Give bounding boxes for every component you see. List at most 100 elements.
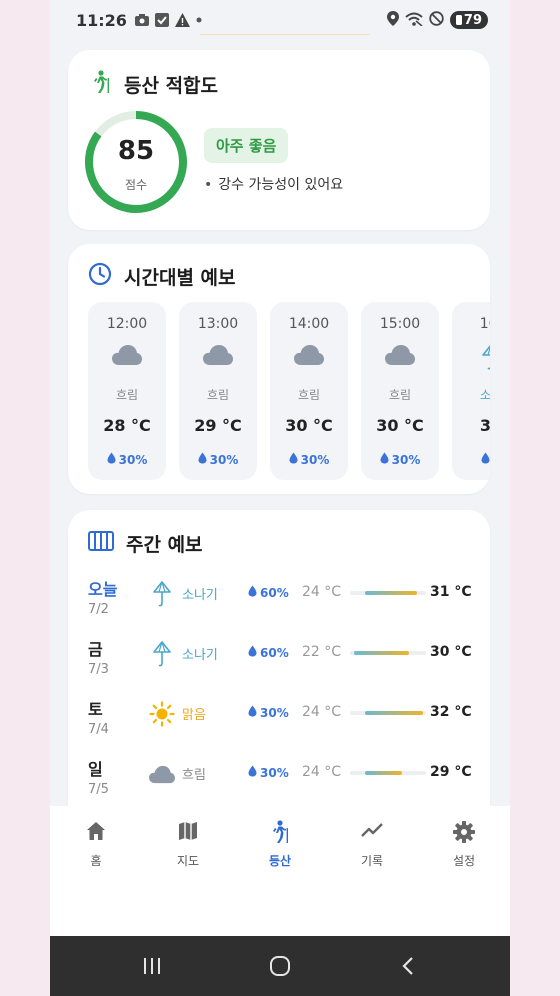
- umbrella-icon: [148, 580, 176, 608]
- day-condition: 맑음: [182, 708, 206, 723]
- status-time: 11:26: [76, 10, 127, 30]
- raindrop-icon: [380, 452, 389, 467]
- suitability-header: 등산 적합도: [90, 70, 218, 99]
- raindrop-icon: [248, 645, 257, 660]
- nav-label: 등산: [268, 854, 292, 868]
- home-icon: [50, 820, 142, 844]
- temp-range-fill: [365, 711, 423, 715]
- nav-item-map[interactable]: 지도: [142, 820, 234, 869]
- nav-label: 홈: [90, 854, 102, 868]
- bullet-icon: •: [204, 177, 213, 193]
- bottom-navigation: 홈 지도 등산 기록 설정: [50, 806, 510, 936]
- day-date: 7/4: [88, 722, 109, 737]
- raindrop-icon: [248, 585, 257, 600]
- hourly-item: 12:00 흐림 28 °C 30%: [88, 302, 166, 480]
- day-rain-chance: 60%: [248, 585, 289, 600]
- temp-range-bar: [350, 771, 426, 775]
- day-name: 오늘: [88, 580, 118, 599]
- day-low-temp: 24 °C: [302, 704, 342, 720]
- gear-icon: [418, 820, 510, 844]
- weekly-title: 주간 예보: [126, 534, 203, 556]
- day-rain-chance: 60%: [248, 645, 289, 660]
- weekly-row: 토 7/4 맑음 30% 24 °C 32 °C: [68, 696, 490, 746]
- day-rain-chance: 30%: [248, 765, 289, 780]
- sun-icon: [148, 700, 176, 728]
- back-button[interactable]: [394, 954, 422, 978]
- day-condition: 소나기: [182, 648, 218, 663]
- umbrella-icon: [148, 640, 176, 668]
- map-icon: [142, 820, 234, 844]
- hour-condition: 소나: [479, 388, 490, 402]
- hiking-icon: [234, 820, 326, 844]
- location-icon: [386, 10, 399, 30]
- hour-time: 12:00: [106, 316, 148, 332]
- rating-badge: 아주 좋음: [204, 128, 289, 163]
- warning-icon: [174, 13, 190, 27]
- camera-icon: [134, 14, 149, 26]
- day-rain-value: 30%: [260, 765, 289, 780]
- nav-item-trend[interactable]: 기록: [326, 820, 418, 869]
- hour-time: 13:00: [197, 316, 239, 332]
- raindrop-icon: [107, 452, 116, 467]
- wifi-icon: [405, 11, 423, 30]
- temp-range-bar: [350, 651, 426, 655]
- calendar-columns-icon: [88, 531, 126, 556]
- hour-rain-chance: 30%: [179, 452, 257, 467]
- suitability-title: 등산 적합도: [124, 75, 219, 97]
- hourly-title: 시간대별 예보: [124, 267, 236, 289]
- nav-item-hiking[interactable]: 등산: [234, 820, 326, 869]
- hour-rain-chance: 30%: [270, 452, 348, 467]
- weekly-row: 금 7/3 소나기 60% 22 °C 30 °C: [68, 636, 490, 686]
- battery-level: 79: [463, 12, 482, 28]
- day-high-temp: 32 °C: [430, 704, 472, 720]
- system-navigation-bar: [50, 936, 510, 996]
- weekly-forecast-card: 주간 예보 오늘 7/2 소나기 60% 24 °C 31 °C 금 7/3 소나기 60% 22 …: [68, 510, 490, 830]
- day-condition: 소나기: [182, 588, 218, 603]
- hourly-forecast-card: 시간대별 예보 12:00 흐림 28 °C 30% 13:00 흐림 29 °C 30% 14…: [68, 244, 490, 494]
- day-date: 7/2: [88, 602, 109, 617]
- dot-icon: [196, 17, 202, 23]
- hour-rain-value: 30%: [209, 452, 239, 467]
- day-name: 토: [88, 700, 103, 719]
- trend-icon: [326, 820, 418, 844]
- hour-temperature: 30: [479, 416, 490, 435]
- hour-rain-chance: 30%: [361, 452, 439, 467]
- day-rain-value: 60%: [260, 645, 289, 660]
- hour-time: 15:00: [379, 316, 421, 332]
- check-box-icon: [154, 13, 169, 27]
- home-button[interactable]: [266, 954, 294, 978]
- hour-temperature: 30 °C: [285, 416, 333, 435]
- day-low-temp: 24 °C: [302, 584, 342, 600]
- do-not-disturb-icon: [429, 10, 444, 30]
- cloud-icon: [361, 344, 439, 374]
- day-low-temp: 22 °C: [302, 644, 342, 660]
- temp-range-fill: [365, 591, 417, 595]
- raindrop-icon: [289, 452, 298, 467]
- temp-range-bar: [350, 591, 426, 595]
- hiking-suitability-card: 등산 적합도 85 점수 아주 좋음 • 강수 가능성이 있어요: [68, 50, 490, 230]
- nav-item-home[interactable]: 홈: [50, 820, 142, 869]
- hour-rain-chance: 30%: [88, 452, 166, 467]
- hourly-item: 14:00 흐림 30 °C 30%: [270, 302, 348, 480]
- battery-indicator: 79: [449, 11, 488, 29]
- hour-rain-value: 30%: [118, 452, 148, 467]
- day-rain-value: 30%: [260, 705, 289, 720]
- hour-rain-value: 30%: [300, 452, 330, 467]
- day-name: 금: [88, 640, 103, 659]
- status-divider: [200, 34, 370, 35]
- nav-label: 지도: [176, 854, 200, 868]
- score-label: 점수: [124, 178, 148, 192]
- hour-rain-value: 30%: [391, 452, 421, 467]
- hour-temperature: 29 °C: [194, 416, 242, 435]
- score-value: 85: [117, 136, 155, 166]
- weekly-row: 일 7/5 흐림 30% 24 °C 29 °C: [68, 756, 490, 806]
- umbrella-icon: [452, 344, 490, 374]
- raindrop-icon: [248, 705, 257, 720]
- temp-range-fill: [353, 651, 410, 655]
- day-high-temp: 30 °C: [430, 644, 472, 660]
- suitability-note: • 강수 가능성이 있어요: [204, 174, 343, 194]
- recent-apps-button[interactable]: [138, 954, 166, 978]
- nav-item-gear[interactable]: 설정: [418, 820, 510, 869]
- suitability-note-text: 강수 가능성이 있어요: [218, 177, 344, 193]
- status-right: 79: [386, 10, 488, 30]
